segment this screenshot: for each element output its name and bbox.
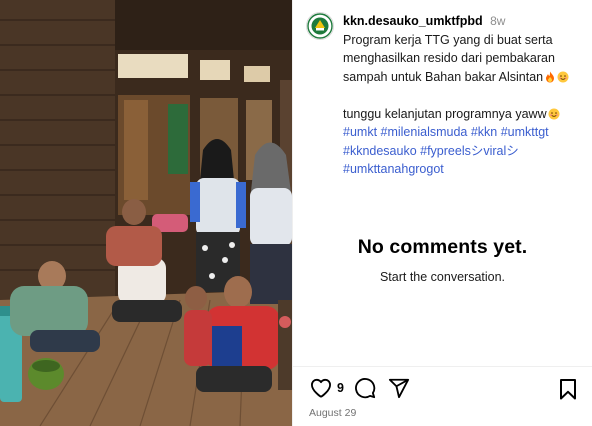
action-group: 9 — [310, 377, 410, 399]
umkt-logo-icon — [307, 13, 333, 39]
bookmark-icon — [560, 379, 576, 400]
post-time[interactable]: 8w — [490, 14, 505, 28]
caption-line: sampah untuk Bahan bakar Alsintan — [343, 69, 544, 84]
post-photo[interactable] — [0, 0, 292, 426]
caption-line: Program kerja TTG yang di buat serta — [343, 32, 553, 47]
avatar[interactable] — [306, 12, 334, 40]
empty-comments: No comments yet. Start the conversation. — [293, 236, 592, 284]
share-icon — [388, 378, 410, 399]
post-viewer: kkn.desauko_umktfpbd 8w Program kerja TT… — [0, 0, 592, 426]
caption: kkn.desauko_umktfpbd 8w Program kerja TT… — [343, 12, 586, 179]
save-button[interactable] — [558, 378, 578, 405]
username-link[interactable]: kkn.desauko_umktfpbd — [343, 14, 483, 28]
empty-comments-title: No comments yet. — [357, 236, 528, 258]
comment-icon — [355, 378, 376, 399]
caption-line: menghasilkan resido dari pembakaran — [343, 51, 555, 65]
fire-emoji-icon — [546, 71, 555, 82]
photo-illustration — [0, 0, 292, 426]
like-button[interactable] — [310, 378, 332, 398]
post-caption-block: kkn.desauko_umktfpbd 8w Program kerja TT… — [306, 12, 586, 179]
post-side-panel: kkn.desauko_umktfpbd 8w Program kerja TT… — [292, 0, 592, 426]
hashtag-links[interactable]: #umkttanahgrogot — [343, 160, 586, 179]
comment-button[interactable] — [354, 377, 376, 399]
post-actions: 9 August 29 — [293, 366, 592, 426]
smiling-face-emoji-icon — [548, 108, 560, 119]
caption-line: tunggu kelanjutan programnya yaww — [343, 106, 547, 121]
post-date[interactable]: August 29 — [309, 407, 356, 419]
hashtag-links[interactable]: #kkndesauko #fypreelsシviralシ — [343, 142, 586, 161]
share-button[interactable] — [388, 377, 410, 399]
heart-icon — [310, 378, 331, 398]
empty-comments-subtitle: Start the conversation. — [379, 270, 506, 284]
smiling-face-emoji-icon — [557, 71, 569, 82]
hashtag-links[interactable]: #umkt #milenialsmuda #kkn #umkttgt — [343, 123, 586, 142]
like-count[interactable]: 9 — [337, 381, 344, 395]
